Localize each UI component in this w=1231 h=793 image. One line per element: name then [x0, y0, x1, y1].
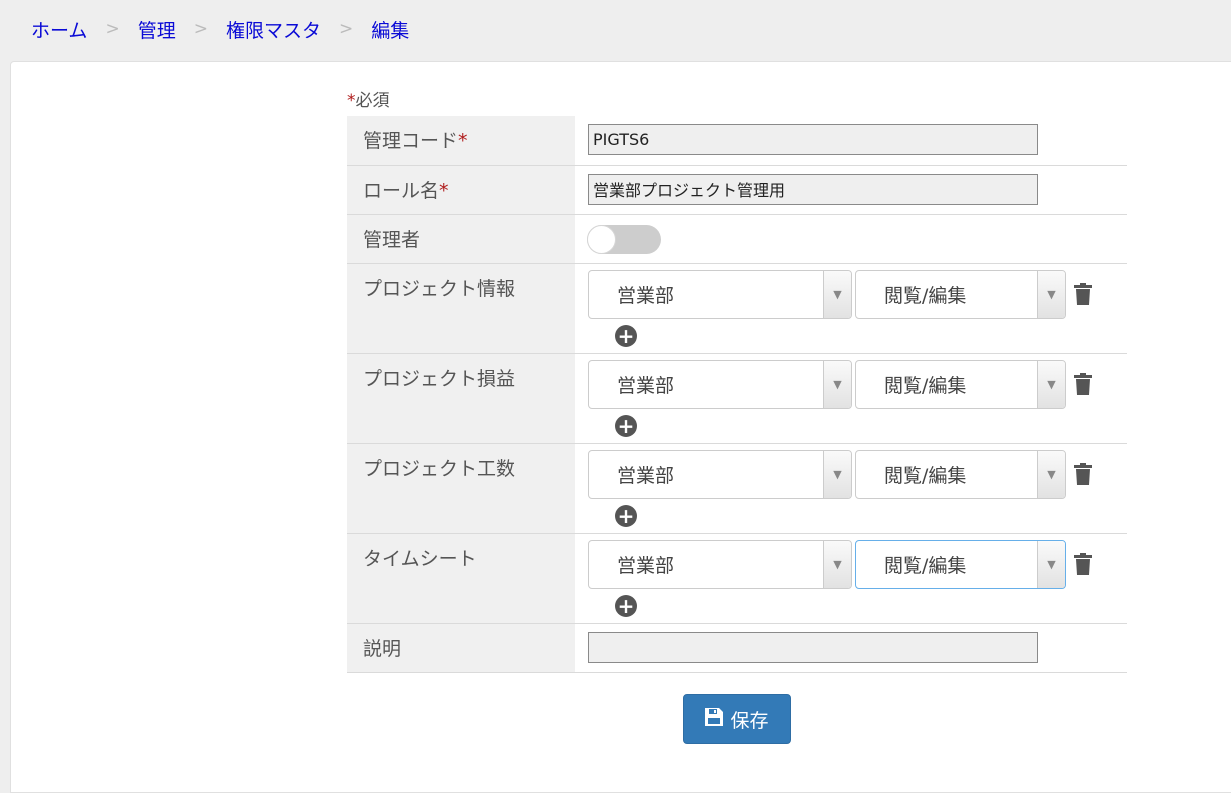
form-row-project-info: プロジェクト情報 営業部 ▼ 閲覧/編集 ▼ +	[347, 263, 1127, 354]
breadcrumb-separator: >	[193, 19, 208, 39]
breadcrumb-edit[interactable]: 編集	[371, 16, 409, 43]
admin-toggle[interactable]	[587, 224, 661, 254]
department-select[interactable]: 営業部 ▼	[588, 539, 852, 589]
description-input[interactable]	[588, 631, 1038, 663]
save-button-label: 保存	[730, 709, 769, 732]
field-label: プロジェクト工数	[347, 443, 575, 534]
department-select-value: 営業部	[617, 554, 675, 577]
breadcrumb-separator: >	[338, 19, 354, 39]
breadcrumb-home[interactable]: ホーム	[31, 16, 87, 43]
field-value: 営業部 ▼ 閲覧/編集 ▼ +	[575, 263, 1127, 354]
trash-icon[interactable]	[1074, 462, 1094, 486]
label-description: 説明	[363, 637, 402, 660]
label-project-hours: プロジェクト工数	[363, 457, 516, 480]
department-select[interactable]: 営業部 ▼	[588, 449, 852, 499]
form-row-role-name: ロール名*	[347, 165, 1127, 215]
add-row-wrap: +	[615, 409, 1127, 443]
label-timesheet: タイムシート	[363, 547, 477, 570]
required-note-text: 必須	[355, 91, 390, 111]
label-project-info: プロジェクト情報	[363, 277, 516, 300]
form-row-description: 説明	[347, 623, 1127, 673]
caret-down-icon: ▼	[1037, 270, 1065, 318]
department-select[interactable]: 営業部 ▼	[588, 359, 852, 409]
caret-down-icon: ▼	[823, 360, 851, 408]
plus-circle-icon[interactable]: +	[615, 414, 637, 437]
permission-select-row: 営業部 ▼ 閲覧/編集 ▼	[588, 449, 1127, 499]
floppy-disk-icon	[705, 707, 724, 731]
plus-circle-icon[interactable]: +	[615, 594, 637, 617]
label-code: 管理コード	[363, 130, 459, 152]
field-value	[575, 623, 1127, 673]
field-label: 説明	[347, 623, 575, 673]
field-label: プロジェクト損益	[347, 353, 575, 444]
label-role-name: ロール名	[363, 179, 440, 202]
label-project-pl: プロジェクト損益	[363, 367, 516, 390]
permission-select[interactable]: 閲覧/編集 ▼	[855, 269, 1066, 319]
permission-select-value: 閲覧/編集	[884, 284, 967, 307]
caret-down-icon: ▼	[1037, 540, 1065, 588]
field-value: 営業部 ▼ 閲覧/編集 ▼ +	[575, 443, 1127, 534]
field-value: 営業部 ▼ 閲覧/編集 ▼ +	[575, 353, 1127, 444]
permission-select-row: 営業部 ▼ 閲覧/編集 ▼	[588, 539, 1127, 589]
caret-down-icon: ▼	[823, 540, 851, 588]
permission-select[interactable]: 閲覧/編集 ▼	[855, 539, 1066, 589]
department-select-value: 営業部	[617, 374, 675, 397]
add-row-wrap: +	[615, 319, 1127, 353]
field-label: 管理者	[347, 214, 575, 264]
add-row-wrap: +	[615, 589, 1127, 623]
caret-down-icon: ▼	[823, 450, 851, 498]
department-select-value: 営業部	[617, 464, 675, 487]
department-select[interactable]: 営業部 ▼	[588, 269, 852, 319]
breadcrumb-separator: >	[105, 19, 120, 39]
form-row-timesheet: タイムシート 営業部 ▼ 閲覧/編集 ▼ +	[347, 533, 1127, 624]
caret-down-icon: ▼	[823, 270, 851, 318]
toggle-knob	[587, 224, 616, 254]
field-label: 管理コード*	[347, 116, 575, 166]
code-input[interactable]	[588, 124, 1038, 155]
form-row-code: 管理コード*	[347, 116, 1127, 166]
plus-circle-icon[interactable]: +	[615, 504, 637, 527]
permission-select-row: 営業部 ▼ 閲覧/編集 ▼	[588, 359, 1127, 409]
add-row-wrap: +	[615, 499, 1127, 533]
field-value: 営業部 ▼ 閲覧/編集 ▼ +	[575, 533, 1127, 624]
permission-select-value: 閲覧/編集	[884, 554, 967, 577]
trash-icon[interactable]	[1074, 282, 1094, 306]
permission-select-row: 営業部 ▼ 閲覧/編集 ▼	[588, 269, 1127, 319]
field-value	[575, 165, 1127, 215]
permission-select-value: 閲覧/編集	[884, 464, 967, 487]
permission-select[interactable]: 閲覧/編集 ▼	[855, 359, 1066, 409]
field-value	[575, 214, 1127, 264]
trash-icon[interactable]	[1074, 372, 1094, 396]
form-row-project-hours: プロジェクト工数 営業部 ▼ 閲覧/編集 ▼ +	[347, 443, 1127, 534]
form-row-admin: 管理者	[347, 214, 1127, 264]
caret-down-icon: ▼	[1037, 450, 1065, 498]
plus-circle-icon[interactable]: +	[615, 324, 637, 347]
role-form: 管理コード* ロール名* 管理者 プロジェクト情報 営業部▼ 閲覧/編集▼ + …	[347, 116, 1127, 673]
save-button[interactable]: 保存	[683, 694, 791, 744]
department-select-value: 営業部	[617, 284, 675, 307]
breadcrumb: ホーム > 管理 > 権限マスタ > 編集	[31, 14, 409, 44]
field-value	[575, 116, 1127, 166]
breadcrumb-permission-master[interactable]: 権限マスタ	[226, 16, 321, 43]
role-name-input[interactable]	[588, 173, 1038, 205]
required-mark: *	[439, 179, 449, 202]
permission-select-value: 閲覧/編集	[884, 374, 967, 397]
field-label: プロジェクト情報	[347, 263, 575, 354]
field-label: ロール名*	[347, 165, 575, 215]
required-mark: *	[347, 91, 356, 111]
field-label: タイムシート	[347, 533, 575, 624]
label-admin: 管理者	[363, 228, 421, 251]
required-mark: *	[458, 130, 468, 152]
caret-down-icon: ▼	[1037, 360, 1065, 408]
trash-icon[interactable]	[1074, 552, 1094, 576]
required-note: *必須	[347, 86, 390, 111]
breadcrumb-admin[interactable]: 管理	[138, 16, 176, 43]
permission-select[interactable]: 閲覧/編集 ▼	[855, 449, 1066, 499]
form-row-project-pl: プロジェクト損益 営業部 ▼ 閲覧/編集 ▼ +	[347, 353, 1127, 444]
